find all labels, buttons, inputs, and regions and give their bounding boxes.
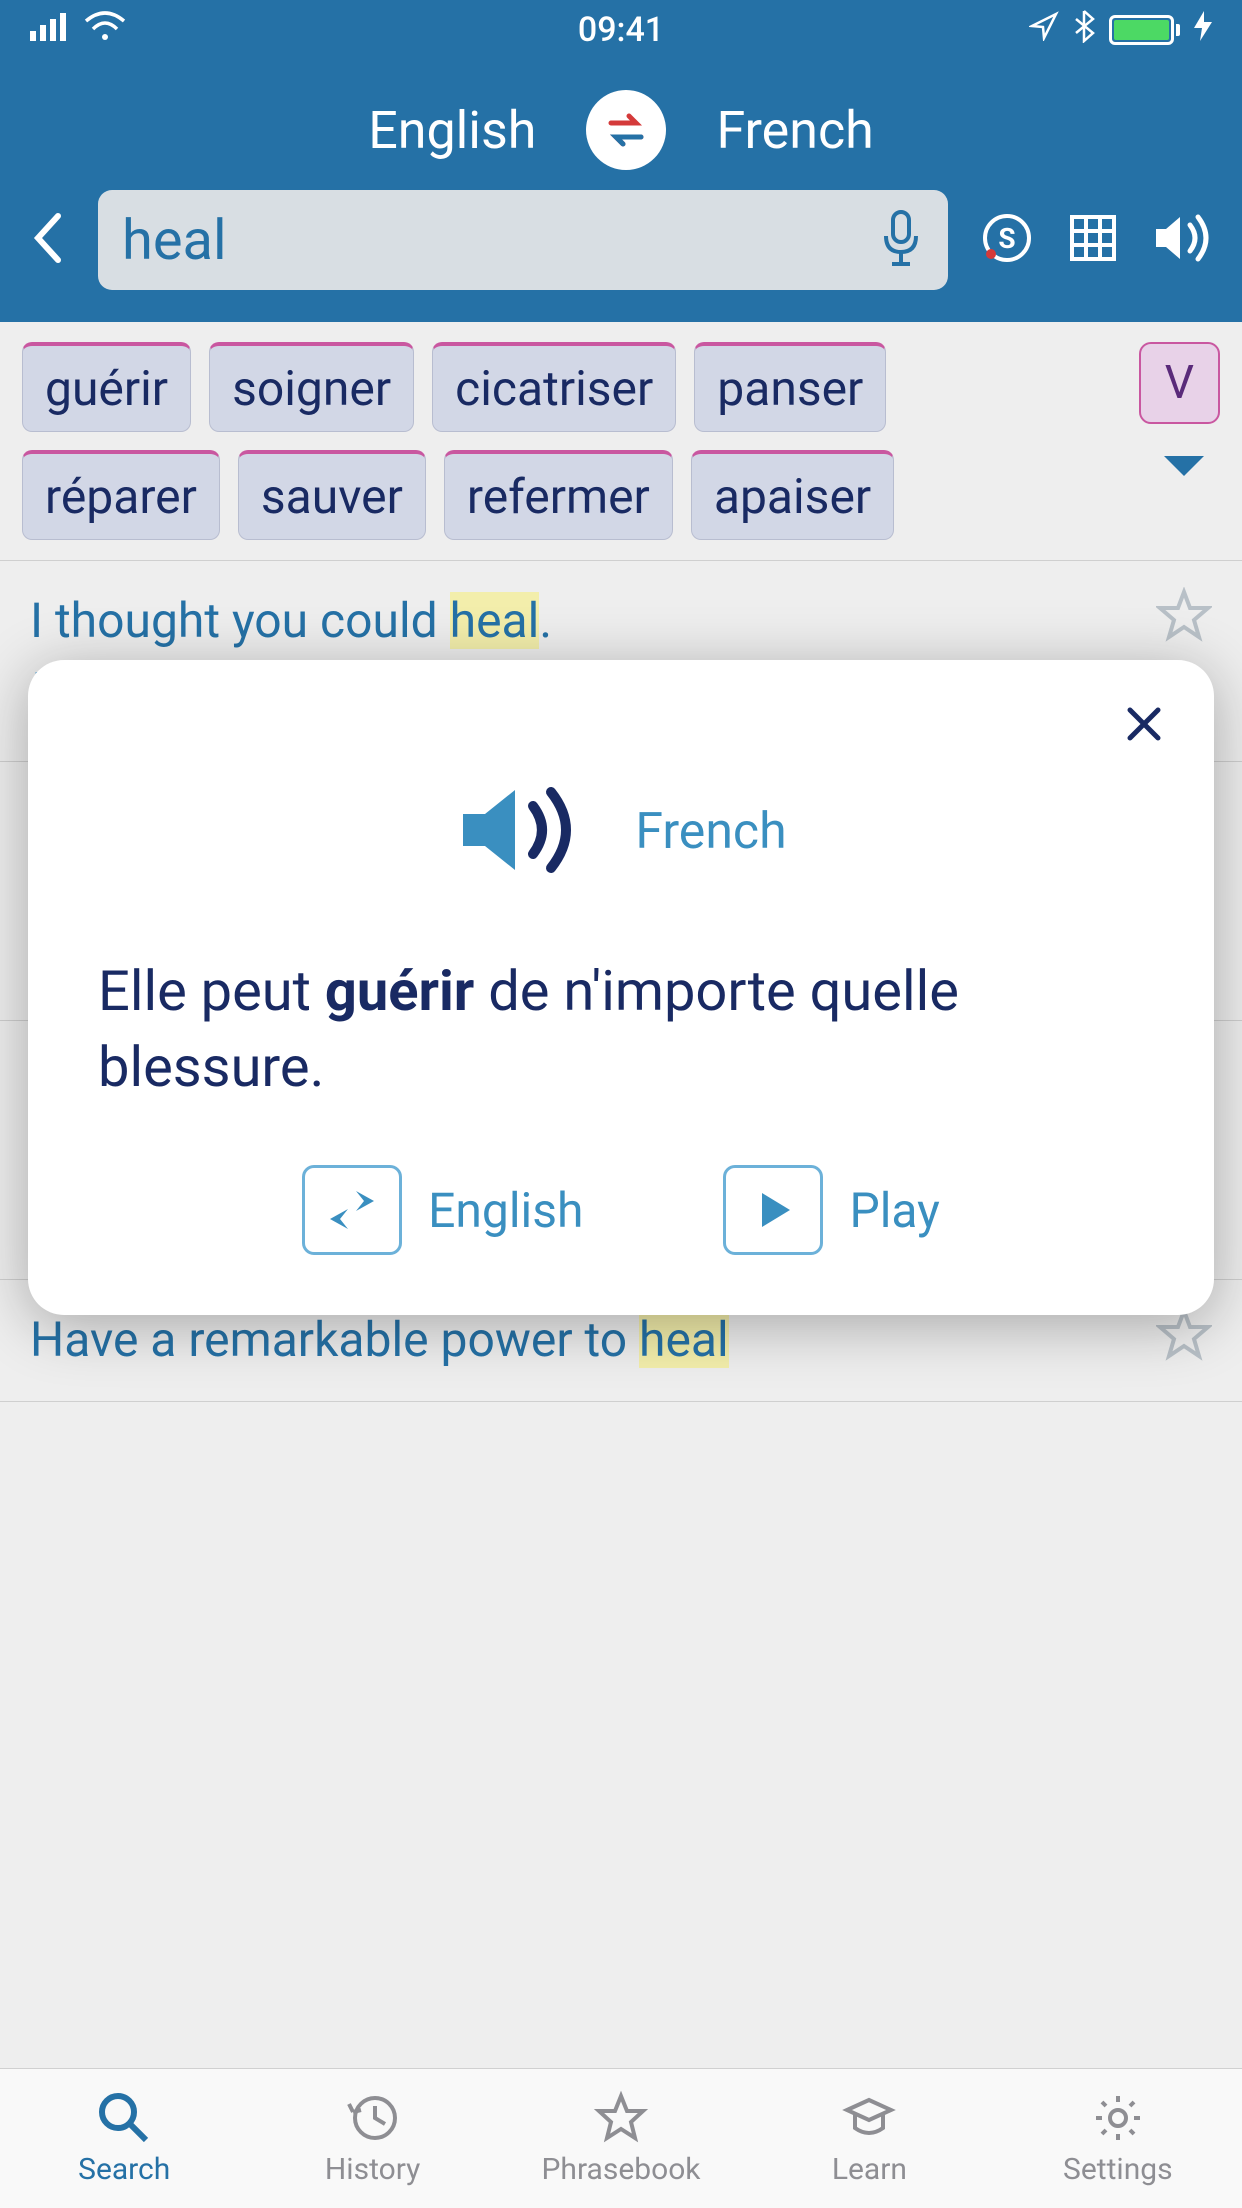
pos-chip[interactable]: V	[1139, 342, 1220, 424]
learn-icon	[841, 2090, 897, 2146]
tab-history[interactable]: History	[248, 2069, 496, 2208]
tab-phrasebook[interactable]: Phrasebook	[497, 2069, 745, 2208]
translation-chip[interactable]: sauver	[238, 450, 426, 540]
wifi-icon	[84, 10, 126, 50]
favorite-button[interactable]	[1156, 1306, 1212, 1366]
swap-languages-button[interactable]	[586, 90, 666, 170]
search-box[interactable]	[98, 190, 948, 290]
location-icon	[1029, 10, 1059, 50]
search-input[interactable]	[122, 207, 878, 273]
star-icon	[593, 2090, 649, 2146]
status-bar: 09:41	[0, 0, 1242, 60]
bottom-tabs: Search History Phrasebook Learn Settings	[0, 2068, 1242, 2208]
translation-chip[interactable]: guérir	[22, 342, 191, 432]
source-sentence: Have a remarkable power to heal	[30, 1308, 1212, 1373]
battery-icon	[1109, 15, 1180, 45]
speaker-large-icon	[455, 780, 595, 884]
history-icon	[345, 2090, 401, 2146]
source-sentence: I thought you could heal.	[30, 589, 1212, 654]
back-button[interactable]	[30, 208, 66, 272]
modal-sentence: Elle peut guérir de n'importe quelle ble…	[98, 954, 1144, 1105]
source-icon[interactable]: S	[980, 211, 1034, 269]
play-button[interactable]: Play	[723, 1165, 939, 1255]
close-button[interactable]	[1124, 704, 1164, 748]
grid-icon[interactable]	[1066, 211, 1120, 269]
lang-to[interactable]: French	[716, 100, 873, 161]
tab-settings[interactable]: Settings	[994, 2069, 1242, 2208]
translation-chip[interactable]: soigner	[209, 342, 414, 432]
volume-icon[interactable]	[1152, 211, 1212, 269]
translation-chip[interactable]: panser	[694, 342, 886, 432]
gear-icon	[1090, 2090, 1146, 2146]
tab-search[interactable]: Search	[0, 2069, 248, 2208]
favorite-button[interactable]	[1156, 587, 1212, 647]
svg-text:S: S	[998, 222, 1015, 255]
swap-icon	[601, 105, 651, 155]
modal-audio-label: French	[635, 803, 786, 861]
play-icon	[748, 1185, 798, 1235]
charging-icon	[1194, 10, 1212, 50]
status-time: 09:41	[578, 10, 664, 50]
lang-from[interactable]: English	[368, 100, 536, 161]
search-icon	[96, 2090, 152, 2146]
switch-language-button[interactable]: English	[302, 1165, 583, 1255]
expand-button[interactable]	[1162, 452, 1206, 486]
translation-chip[interactable]: cicatriser	[432, 342, 676, 432]
translation-chip[interactable]: apaiser	[691, 450, 894, 540]
translation-chip[interactable]: refermer	[444, 450, 673, 540]
swap-arrows-icon	[322, 1185, 382, 1235]
tab-learn[interactable]: Learn	[745, 2069, 993, 2208]
translations-panel: guérir soigner cicatriser panser réparer…	[0, 322, 1242, 561]
mic-icon[interactable]	[878, 208, 924, 272]
header: English French S	[0, 60, 1242, 322]
bluetooth-icon	[1073, 9, 1095, 52]
audio-modal: French Elle peut guérir de n'importe que…	[28, 660, 1214, 1315]
signal-icon	[30, 10, 70, 50]
translation-chip[interactable]: réparer	[22, 450, 220, 540]
